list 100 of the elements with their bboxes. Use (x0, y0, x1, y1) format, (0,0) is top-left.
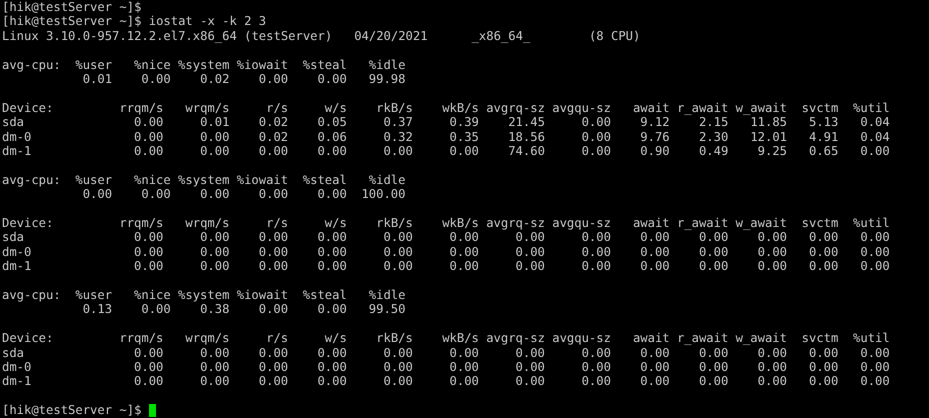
cpu-label: avg-cpu: (2, 288, 61, 302)
table-cell-text: 0.00 (639, 230, 670, 245)
table-cell-text: 0.00 (448, 144, 479, 158)
cpu-label: avg-cpu: (2, 58, 61, 72)
table-cell-text: 0.00 (580, 230, 611, 245)
table-cell-text: 12.01 (749, 130, 787, 144)
table-cell-text: 0.00 (316, 346, 347, 360)
table-cell-text: 0.00 (199, 244, 230, 260)
table-cell-text: 0.00 (808, 259, 838, 274)
table-cell-text: 0.00 (316, 302, 347, 317)
column-header: avgrq-sz (485, 216, 545, 230)
table-cell-text: 0.00 (199, 187, 230, 202)
column-header: %system (177, 288, 230, 302)
table-cell-text: 0.00 (756, 230, 787, 245)
column-header: %steal (302, 288, 347, 302)
table-cell-text: 0.65 (808, 144, 838, 158)
shell-prompt: [hik@testServer ~]$ (2, 403, 142, 418)
table-cell-text: 0.02 (258, 130, 288, 144)
table-cell-text: 11.85 (749, 115, 787, 130)
column-header: rrqm/s (118, 331, 164, 346)
column-header: %system (177, 58, 230, 72)
column-header: r/s (265, 216, 288, 230)
system-info-text: (8 CPU) (588, 28, 642, 44)
table-cell-text: 0.00 (199, 259, 230, 274)
table-cell-text: 0.00 (580, 130, 611, 144)
table-cell-text: 0.00 (756, 374, 787, 389)
table-cell-text: 2.30 (698, 130, 728, 144)
table-cell-text: 0.00 (448, 259, 479, 274)
column-header: wrqm/s (184, 100, 230, 116)
table-cell-text: 0.00 (316, 374, 347, 389)
column-header: %iowait (236, 288, 288, 302)
table-cell-text: 0.00 (199, 360, 230, 374)
table-cell-text: 0.00 (808, 244, 838, 260)
table-cell-text: 0.00 (756, 360, 787, 374)
column-header: %iowait (236, 172, 288, 188)
device-name: dm-0 (2, 244, 32, 260)
table-cell-text: 0.00 (258, 230, 288, 245)
table-cell-text: 0.00 (698, 360, 728, 374)
table-cell-text: 0.00 (316, 259, 347, 274)
table-cell-text: 9.25 (756, 144, 787, 158)
column-header: Device: (2, 100, 54, 116)
table-cell-text: 0.00 (382, 144, 413, 158)
table-cell-text: 0.00 (580, 346, 611, 360)
column-header: w_await (734, 331, 787, 346)
table-cell-text: 0.49 (698, 144, 728, 158)
table-cell-text: 0.00 (382, 230, 413, 245)
table-cell-text: 0.00 (382, 259, 413, 274)
table-cell-text: 0.06 (316, 130, 347, 144)
table-cell-text: 0.00 (808, 346, 838, 360)
table-cell-text: 99.50 (368, 302, 406, 317)
table-cell-text: 0.00 (199, 346, 230, 360)
table-cell-text: 0.00 (133, 144, 164, 158)
table-cell-text: 0.00 (448, 244, 479, 260)
cpu-label: avg-cpu: (2, 172, 61, 188)
table-cell-text: 0.00 (756, 244, 787, 260)
column-header: %idle (368, 288, 406, 302)
device-name: sda (2, 346, 26, 360)
table-cell-text: 0.00 (580, 259, 611, 274)
column-header: svctm (800, 331, 838, 346)
column-header: %idle (368, 172, 406, 188)
table-cell-text: 0.00 (448, 374, 479, 389)
table-cell-text: 0.00 (140, 72, 171, 86)
column-header: avgrq-sz (485, 331, 545, 346)
table-cell-text: 0.00 (639, 244, 670, 260)
table-cell-text: 0.00 (756, 259, 787, 274)
table-cell-text: 21.45 (507, 115, 545, 130)
table-cell-text: 0.13 (82, 302, 112, 317)
cursor (148, 404, 156, 417)
device-name: dm-1 (2, 374, 32, 389)
table-cell-text: 0.00 (316, 360, 347, 374)
device-name: sda (2, 115, 26, 130)
table-cell-text: 2.15 (698, 115, 728, 130)
table-cell-text: 0.00 (140, 187, 171, 202)
table-cell-text: 0.39 (448, 115, 479, 130)
table-cell-text: 0.00 (199, 374, 230, 389)
column-header: w/s (324, 331, 347, 346)
device-name: dm-0 (2, 130, 32, 144)
table-cell-text: 0.90 (639, 144, 670, 158)
column-header: svctm (800, 100, 838, 116)
column-header: r/s (265, 100, 288, 116)
column-header: %nice (133, 288, 171, 302)
table-cell-text: 0.00 (199, 130, 230, 144)
column-header: r_await (676, 100, 728, 116)
table-cell-text: 0.00 (316, 72, 347, 86)
table-cell-text: 0.00 (639, 360, 670, 374)
column-header: rkB/s (375, 100, 413, 116)
column-header: wrqm/s (184, 331, 230, 346)
table-cell-text: 0.00 (133, 230, 164, 245)
column-header: avgqu-sz (551, 100, 611, 116)
table-cell-text: 0.00 (698, 230, 728, 245)
table-cell-text: 0.00 (580, 244, 611, 260)
column-header: Device: (2, 216, 54, 230)
column-header: svctm (800, 216, 838, 230)
table-cell-text: 0.00 (514, 244, 545, 260)
table-cell-text: 0.00 (639, 346, 670, 360)
table-cell-text: 99.98 (368, 72, 406, 86)
table-cell-text: 0.00 (859, 144, 890, 158)
column-header: %util (852, 100, 890, 116)
column-header: %nice (133, 172, 171, 188)
table-cell-text: 0.00 (382, 346, 413, 360)
